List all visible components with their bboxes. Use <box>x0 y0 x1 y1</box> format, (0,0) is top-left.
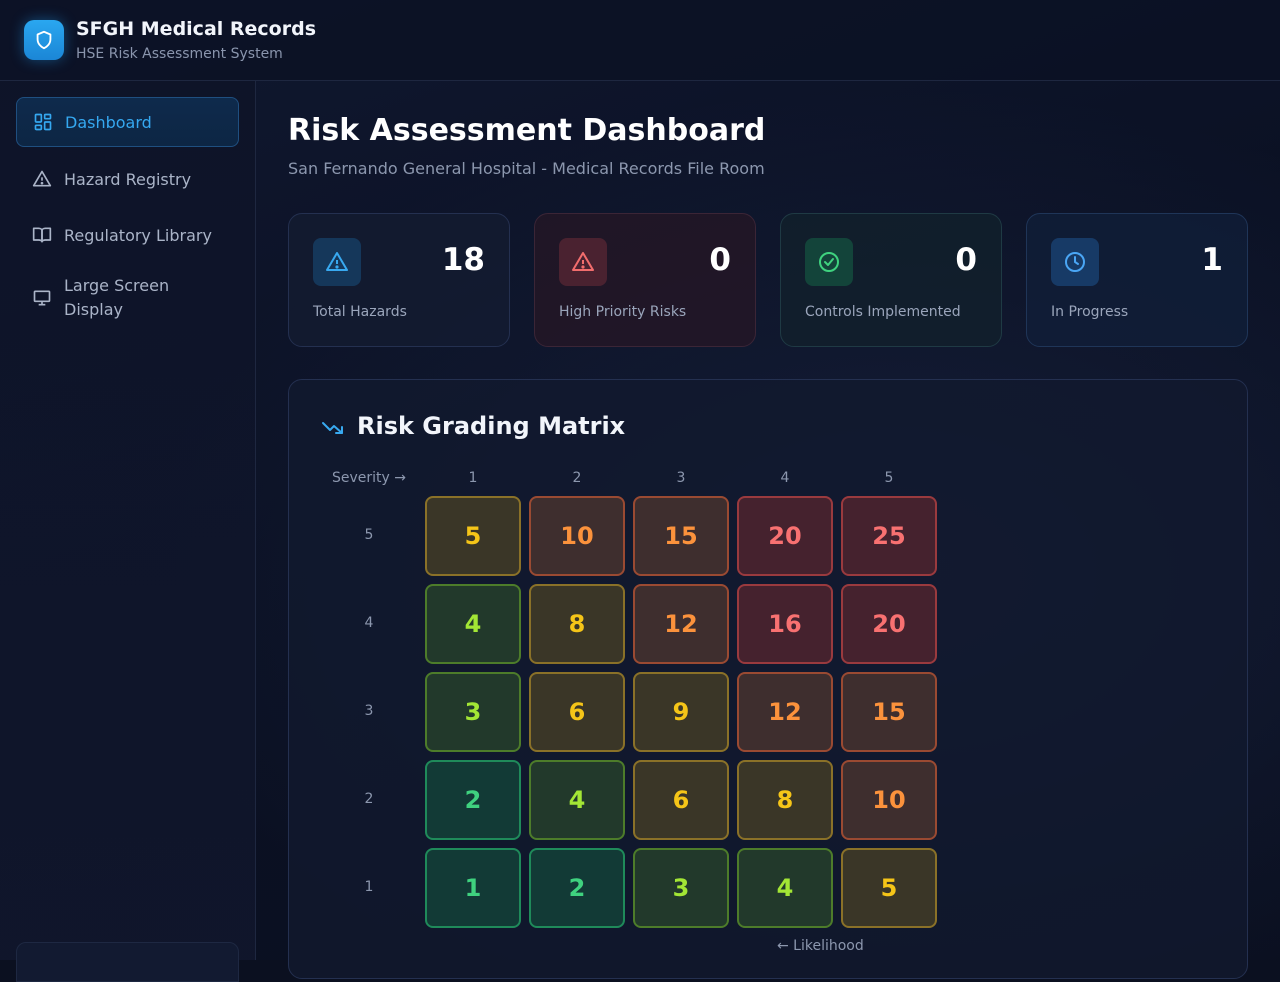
stat-value: 1 <box>1201 242 1223 278</box>
matrix-row-header: 4 <box>364 615 374 631</box>
matrix-column-header: 4 <box>780 470 790 486</box>
app-title: SFGH Medical Records <box>76 18 317 40</box>
severity-axis-label: Severity → <box>332 470 406 486</box>
matrix-cell[interactable]: 5 <box>841 848 937 928</box>
warning-triangle-icon <box>32 170 52 187</box>
matrix-cell[interactable]: 15 <box>841 672 937 752</box>
sidebar-item-label: Large Screen Display <box>64 276 170 319</box>
sidebar-item-hazard-registry[interactable]: Hazard Registry <box>16 154 239 204</box>
stat-value: 18 <box>441 242 485 278</box>
matrix-cell[interactable]: 4 <box>425 584 521 664</box>
matrix-cell[interactable]: 4 <box>737 848 833 928</box>
check-circle-icon <box>805 238 853 286</box>
sidebar-footer <box>16 942 239 982</box>
stat-value: 0 <box>955 242 977 278</box>
monitor-icon <box>33 290 51 306</box>
stat-card-in-progress[interactable]: 1 In Progress <box>1026 213 1248 347</box>
matrix-cell[interactable]: 9 <box>633 672 729 752</box>
stat-card-total-hazards[interactable]: 18 Total Hazards <box>288 213 510 347</box>
matrix-title: Risk Grading Matrix <box>357 412 626 440</box>
matrix-row-header: 5 <box>364 527 374 543</box>
matrix-cell[interactable]: 12 <box>737 672 833 752</box>
app-header: SFGH Medical Records HSE Risk Assessment… <box>0 0 1280 81</box>
matrix-cell[interactable]: 3 <box>633 848 729 928</box>
matrix-cell[interactable]: 5 <box>425 496 521 576</box>
sidebar-item-regulatory-library[interactable]: Regulatory Library <box>16 210 239 260</box>
matrix-cell[interactable]: 1 <box>425 848 521 928</box>
matrix-row-header: 3 <box>364 703 374 719</box>
stat-card-high-priority[interactable]: 0 High Priority Risks <box>534 213 756 347</box>
matrix-cell[interactable]: 4 <box>529 760 625 840</box>
matrix-cell[interactable]: 2 <box>529 848 625 928</box>
matrix-column-header: 5 <box>884 470 894 486</box>
matrix-cell[interactable]: 20 <box>737 496 833 576</box>
risk-matrix-panel: Risk Grading Matrix Severity → 1 2 3 4 5 5 5 10… <box>288 379 1248 979</box>
trending-down-icon <box>322 422 343 434</box>
likelihood-axis-label: ← Likelihood <box>777 938 864 954</box>
matrix-cell[interactable]: 20 <box>841 584 937 664</box>
matrix-cell[interactable]: 6 <box>529 672 625 752</box>
book-icon <box>32 227 52 243</box>
shield-icon[interactable] <box>24 20 64 60</box>
page-title: Risk Assessment Dashboard <box>288 113 766 148</box>
app-subtitle: HSE Risk Assessment System <box>76 46 283 62</box>
matrix-cell[interactable]: 8 <box>737 760 833 840</box>
matrix-cell[interactable]: 10 <box>529 496 625 576</box>
sidebar: Dashboard Hazard Registry Regulatory Lib… <box>0 81 256 982</box>
dashboard-grid-icon <box>34 113 52 131</box>
matrix-column-header: 2 <box>572 470 582 486</box>
matrix-cell[interactable]: 2 <box>425 760 521 840</box>
matrix-cell[interactable]: 6 <box>633 760 729 840</box>
sidebar-item-dashboard[interactable]: Dashboard <box>16 97 239 147</box>
matrix-row-header: 1 <box>364 879 374 895</box>
stat-label: Controls Implemented <box>805 304 961 320</box>
sidebar-item-large-screen-display[interactable]: Large Screen Display <box>16 266 239 330</box>
matrix-cell[interactable]: 8 <box>529 584 625 664</box>
matrix-cell[interactable]: 10 <box>841 760 937 840</box>
warning-triangle-icon <box>313 238 361 286</box>
matrix-row-header: 2 <box>364 791 374 807</box>
stat-label: Total Hazards <box>313 304 407 320</box>
main-content: Risk Assessment Dashboard San Fernando G… <box>256 81 1280 979</box>
stat-label: In Progress <box>1051 304 1129 320</box>
sidebar-item-label: Regulatory Library <box>64 225 212 245</box>
matrix-column-header: 3 <box>676 470 686 486</box>
matrix-cell[interactable]: 15 <box>633 496 729 576</box>
matrix-cell[interactable]: 12 <box>633 584 729 664</box>
clock-icon <box>1051 238 1099 286</box>
sidebar-item-label: Dashboard <box>65 112 152 132</box>
stat-value: 0 <box>709 242 731 278</box>
page-subtitle: San Fernando General Hospital - Medical … <box>288 159 765 178</box>
stat-card-controls[interactable]: 0 Controls Implemented <box>780 213 1002 347</box>
alert-triangle-icon <box>559 238 607 286</box>
matrix-cell[interactable]: 3 <box>425 672 521 752</box>
matrix-cell[interactable]: 16 <box>737 584 833 664</box>
matrix-column-header: 1 <box>468 470 478 486</box>
stat-label: High Priority Risks <box>559 304 687 320</box>
matrix-cell[interactable]: 25 <box>841 496 937 576</box>
sidebar-item-label: Hazard Registry <box>64 169 192 189</box>
